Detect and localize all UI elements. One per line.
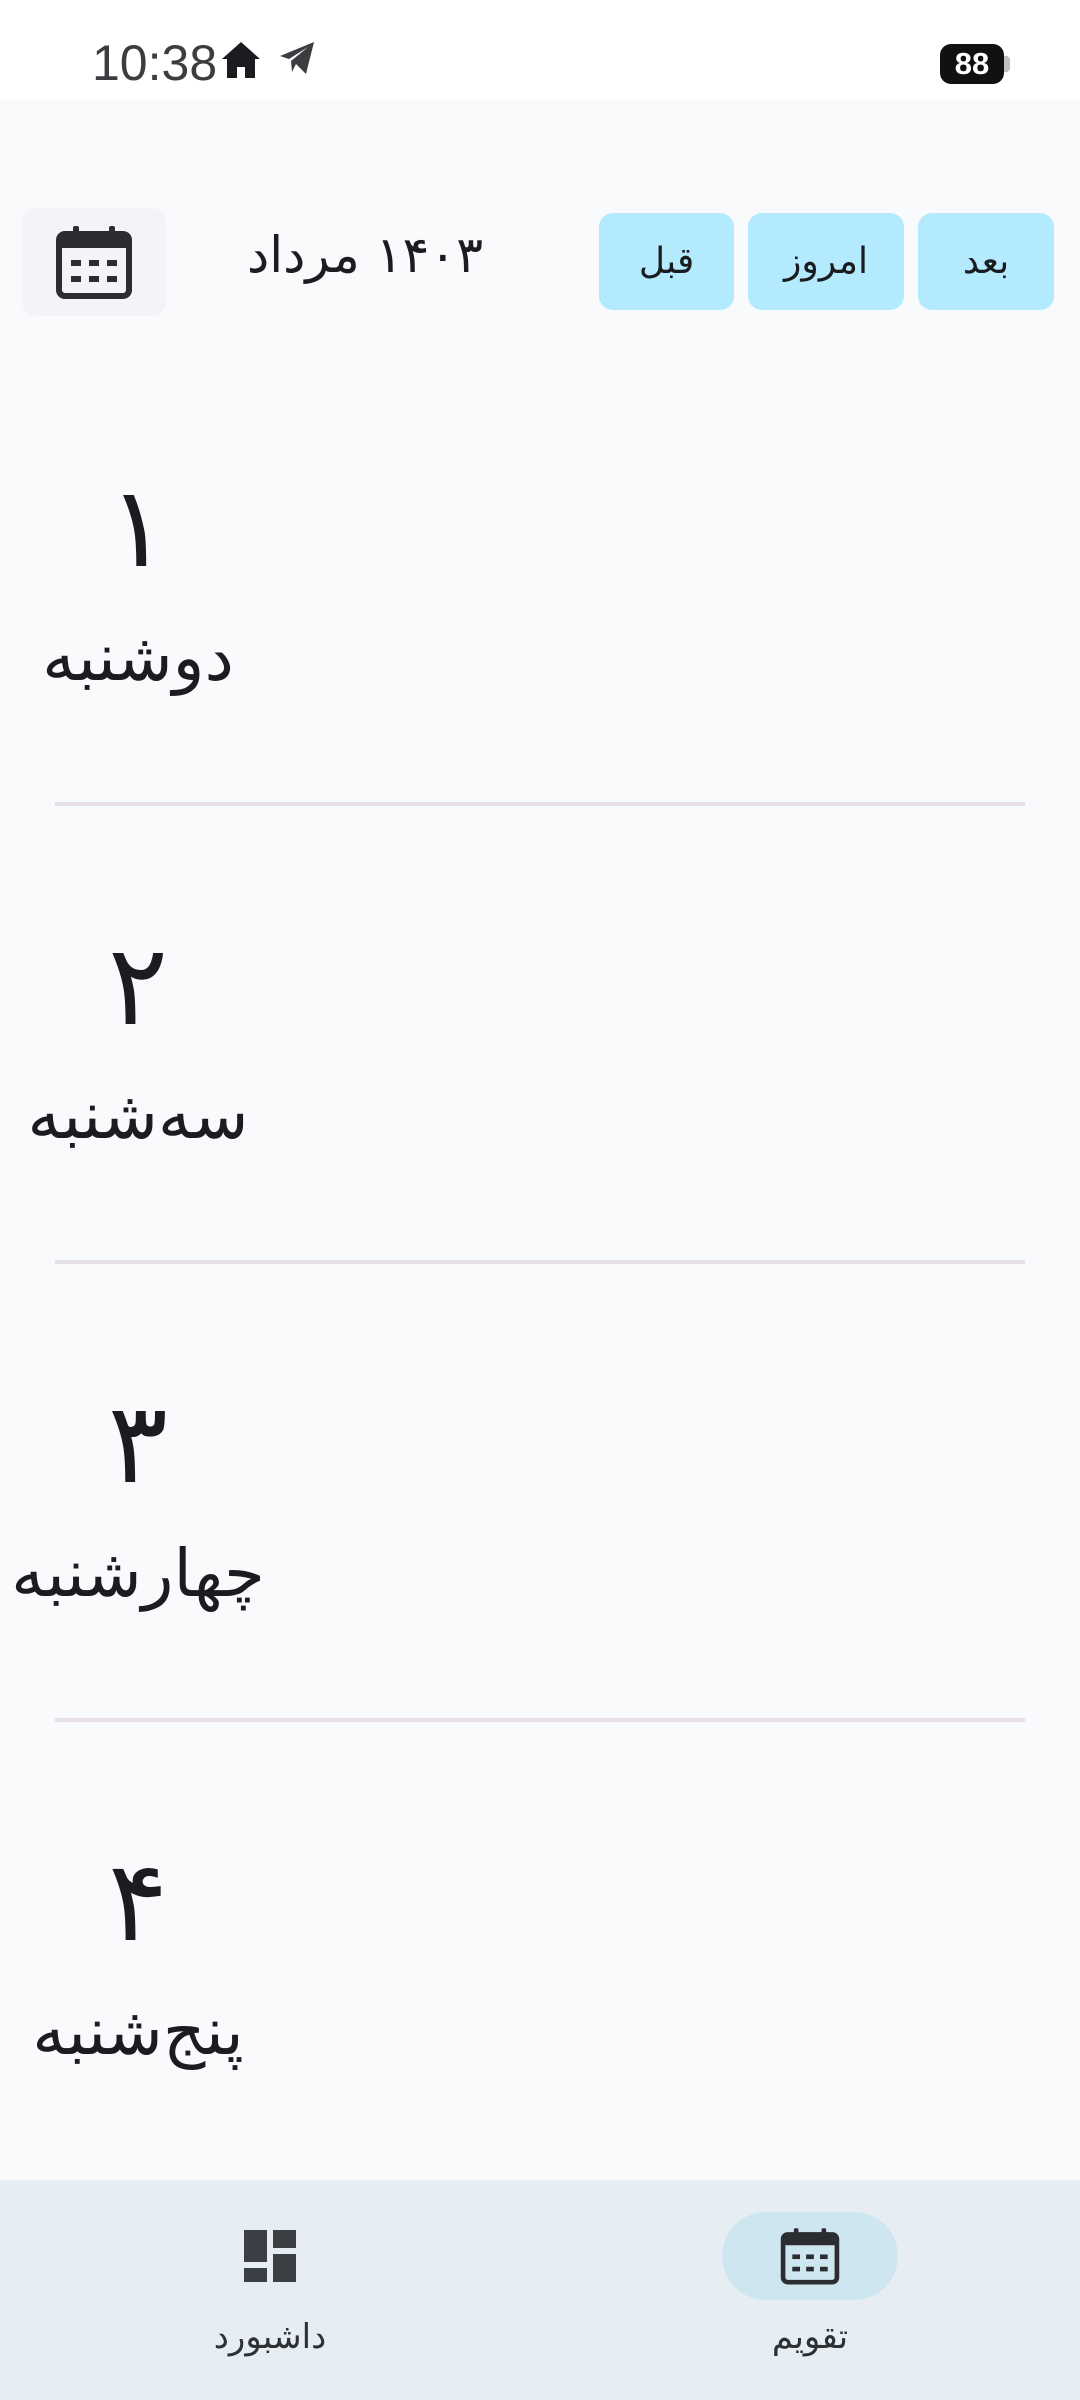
calendar-icon (56, 226, 132, 299)
day-number: ۲ (107, 921, 169, 1051)
calendar-picker-button[interactable] (22, 208, 166, 316)
calendar-icon (780, 2228, 840, 2285)
month-title: ۱۴۰۳ مرداد (246, 226, 484, 284)
nav-pill-active (722, 2212, 898, 2300)
previous-button[interactable]: قبل (599, 213, 734, 310)
day-number: ۴ (107, 1837, 169, 1967)
nav-item-calendar[interactable]: تقویم (690, 2212, 930, 2372)
day-row[interactable]: ۳ چهارشنبه (0, 1319, 1080, 1777)
day-number: ۳ (107, 1379, 169, 1509)
nav-label: تقویم (771, 2317, 849, 2357)
day-row[interactable]: ۱ دوشنبه (0, 403, 1080, 861)
status-bar: 10:38 88 (0, 0, 1080, 100)
divider (55, 1260, 1025, 1264)
status-time: 10:38 (92, 35, 218, 91)
battery-level: 88 (940, 44, 1004, 84)
divider (55, 1718, 1025, 1722)
battery-tip (1004, 56, 1010, 72)
day-name: چهارشنبه (11, 1535, 265, 1612)
nav-pill (182, 2212, 358, 2300)
nav-label: داشبورد (213, 2317, 327, 2357)
next-button[interactable]: بعد (918, 213, 1054, 310)
divider (55, 802, 1025, 806)
day-row[interactable]: ۲ سه‌شنبه (0, 861, 1080, 1319)
bottom-navigation: داشبورد تقویم (0, 2180, 1080, 2400)
home-icon (220, 40, 262, 84)
telegram-icon (278, 40, 316, 80)
day-name: سه‌شنبه (27, 1077, 249, 1154)
screen: 10:38 88 ۱۴۰۳ مرداد قبل امروز بعد ۱ دوشن… (0, 0, 1080, 2400)
day-name: دوشنبه (42, 619, 234, 696)
day-number: ۱ (107, 463, 169, 593)
nav-item-dashboard[interactable]: داشبورد (150, 2212, 390, 2372)
day-row[interactable]: ۴ پنج‌شنبه (0, 1777, 1080, 2235)
day-name: پنج‌شنبه (32, 1993, 244, 2070)
today-button[interactable]: امروز (748, 213, 904, 310)
dashboard-icon (244, 2230, 296, 2282)
battery-indicator: 88 (940, 44, 1010, 84)
